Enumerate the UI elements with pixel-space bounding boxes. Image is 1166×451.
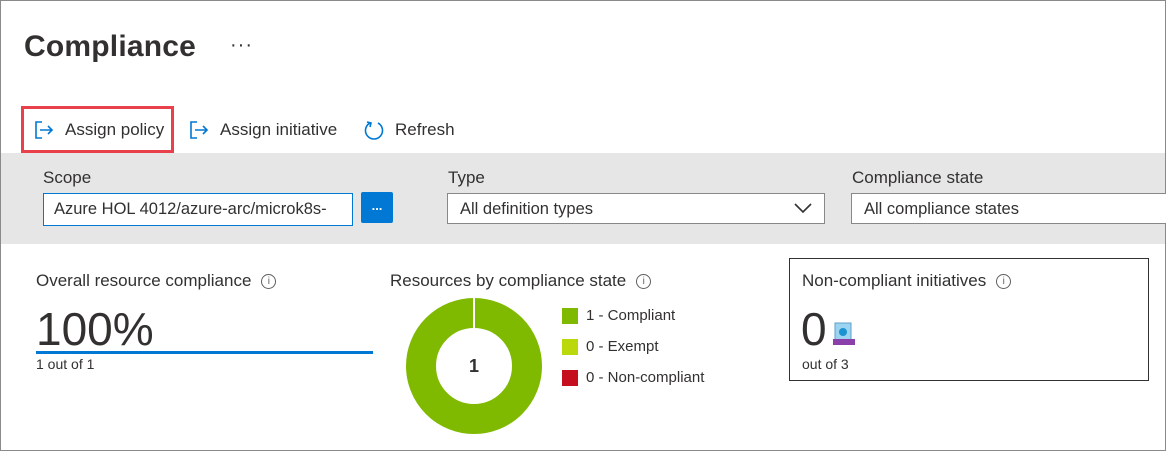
type-label: Type <box>448 168 485 187</box>
non-compliant-initiatives-title: Non-compliant initiatives <box>802 271 987 290</box>
info-icon[interactable]: i <box>996 274 1012 289</box>
type-select-value: All definition types <box>460 200 593 218</box>
refresh-label: Refresh <box>395 120 455 139</box>
assign-initiative-label: Assign initiative <box>220 120 338 139</box>
legend-label: 0 - Non-compliant <box>586 369 705 386</box>
compliance-state-label: Compliance state <box>852 168 984 187</box>
assign-initiative-button[interactable]: Assign initiative <box>188 112 337 148</box>
refresh-button[interactable]: Refresh <box>363 112 455 148</box>
legend-label: 1 - Compliant <box>586 307 676 324</box>
overall-compliance-card: Overall resource compliance i <box>36 271 277 291</box>
legend-swatch <box>562 369 578 386</box>
initiative-icon <box>833 322 855 345</box>
non-compliant-initiatives-value: 0 <box>801 303 827 355</box>
legend-item-exempt[interactable]: 0 - Exempt <box>562 338 659 355</box>
assign-policy-highlight <box>21 106 174 153</box>
info-icon[interactable]: i <box>636 274 652 289</box>
legend-swatch <box>562 338 578 355</box>
info-icon[interactable]: i <box>261 274 277 289</box>
legend-item-compliant[interactable]: 1 - Compliant <box>562 307 675 324</box>
overall-compliance-value: 100% <box>36 303 154 355</box>
non-compliant-initiatives-sub: out of 3 <box>802 356 849 372</box>
legend-item-non-compliant[interactable]: 0 - Non-compliant <box>562 369 704 386</box>
compliance-bar <box>36 351 373 354</box>
overall-compliance-title: Overall resource compliance <box>36 271 252 290</box>
page-title: Compliance <box>24 30 197 63</box>
compliance-state-card: Resources by compliance state i <box>390 271 652 291</box>
type-select[interactable]: All definition types <box>447 193 825 224</box>
non-compliant-initiatives-header: Non-compliant initiatives i <box>802 271 1012 291</box>
more-options-button[interactable]: ··· <box>230 34 253 57</box>
legend-swatch <box>562 307 578 324</box>
refresh-icon <box>364 121 384 140</box>
compliance-state-title: Resources by compliance state <box>390 271 627 290</box>
legend-label: 0 - Exempt <box>586 338 659 355</box>
scope-picker-button[interactable]: ... <box>361 192 393 223</box>
compliance-state-select[interactable]: All compliance states <box>851 193 1166 224</box>
donut-center-value: 1 <box>469 356 479 376</box>
compliance-donut-chart: 1 <box>406 297 542 434</box>
chevron-down-icon <box>794 203 812 214</box>
scope-input[interactable]: Azure HOL 4012/azure-arc/microk8s- <box>43 193 353 226</box>
compliance-state-select-value: All compliance states <box>864 200 1019 218</box>
assign-icon <box>190 121 209 139</box>
scope-label: Scope <box>43 168 92 187</box>
overall-compliance-sub: 1 out of 1 <box>36 356 95 372</box>
